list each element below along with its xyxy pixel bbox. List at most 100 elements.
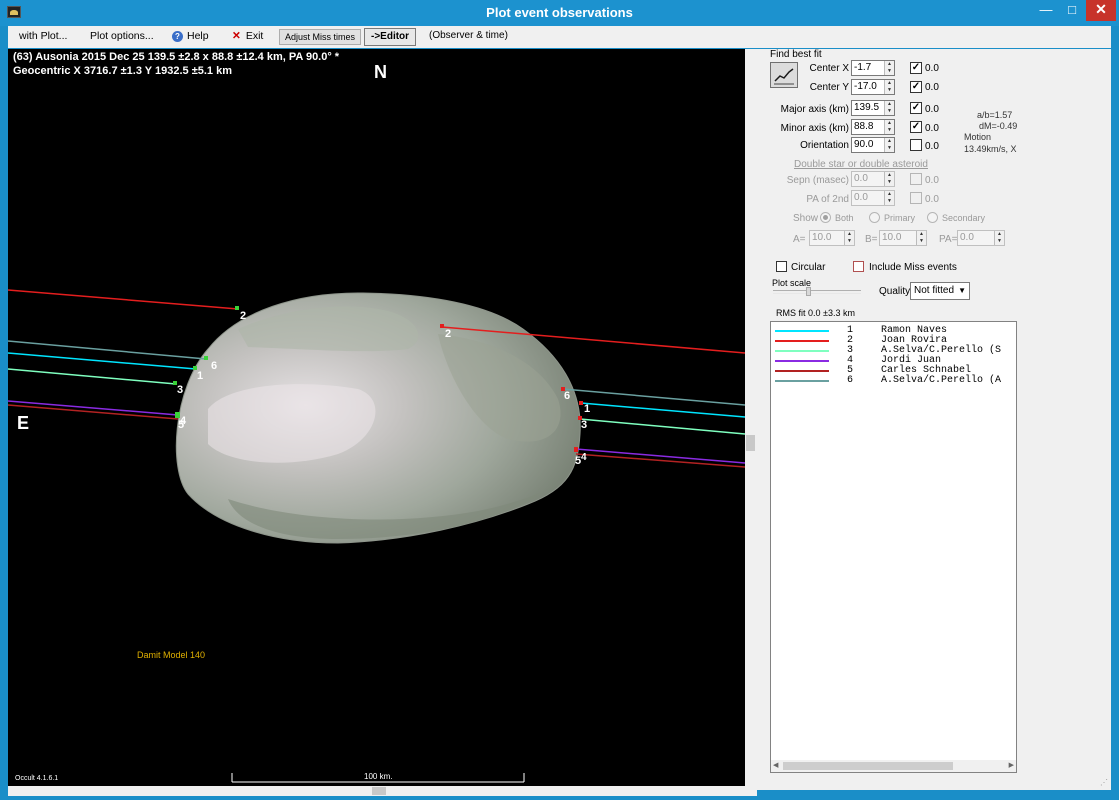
chord-label-5-left: 5: [178, 419, 185, 431]
minor-axis-input[interactable]: 88.8 ▲ ▼: [851, 119, 895, 135]
a-value: 10.0: [812, 232, 832, 243]
chord-label-6-left: 6: [211, 360, 218, 372]
quality-select[interactable]: Not fitted ▼: [910, 282, 970, 300]
scroll-right-icon[interactable]: ▶: [1009, 761, 1014, 769]
observer-time-menu[interactable]: (Observer & time): [429, 29, 508, 45]
quality-label: Quality: [879, 286, 911, 297]
include-miss-checkbox[interactable]: [853, 261, 864, 272]
exit-label: Exit: [245, 30, 264, 42]
orientation-input[interactable]: 90.0 ▲ ▼: [851, 137, 895, 153]
north-label: N: [374, 62, 387, 82]
center-x-value: -1.7: [854, 62, 872, 73]
show-label: Show: [793, 213, 819, 224]
chord-marker: [579, 401, 583, 405]
observer-legend-list[interactable]: 1 Ramon Naves 2 Joan Rovira 3 A.Selva/C.Perel…: [770, 321, 1017, 773]
legend-row[interactable]: 6 A.Selva/C.Perello (A: [771, 375, 1016, 386]
plot-canvas[interactable]: (63) Ausonia 2015 Dec 25 139.5 ±2.8 x 88…: [8, 49, 745, 786]
legend-color-swatch: [775, 340, 829, 342]
pa-2nd-input[interactable]: 0.0 ▲ ▼: [851, 190, 895, 206]
chord-label-3-right: 3: [581, 419, 588, 431]
plot-vertical-scrollbar[interactable]: [745, 49, 757, 786]
plot-options-menu[interactable]: Plot options...: [90, 29, 154, 45]
circular-checkbox[interactable]: [776, 261, 787, 272]
spin-arrows-icon[interactable]: ▲ ▼: [916, 231, 926, 245]
double-star-header: Double star or double asteroid: [794, 159, 928, 170]
toolbar: with Plot... Plot options... ? Help ✕ Exit…: [8, 26, 1111, 48]
scrollbar-thumb[interactable]: [372, 787, 386, 795]
legend-color-swatch: [775, 350, 829, 352]
title-bar: Plot event observations — □ ✕: [0, 0, 1119, 26]
orientation-uncert: 0.0: [925, 141, 939, 152]
with-plot-menu[interactable]: with Plot...: [19, 29, 67, 45]
exit-menu[interactable]: ✕ Exit: [232, 29, 263, 45]
chord-label-6-right: 6: [564, 390, 571, 402]
show-primary-label: Primary: [884, 213, 915, 223]
show-primary-radio[interactable]: [869, 212, 880, 223]
legend-color-swatch: [775, 370, 829, 372]
chord-6-left: [8, 340, 207, 360]
include-miss-label: Include Miss events: [869, 262, 957, 273]
adjust-miss-times-button[interactable]: Adjust Miss times: [279, 29, 362, 45]
chord-label-2-right: 2: [445, 328, 452, 340]
center-y-input[interactable]: -17.0 ▲ ▼: [851, 79, 895, 95]
rms-fit-label: RMS fit 0.0 ±3.3 km: [776, 308, 855, 318]
a-label: A=: [793, 234, 806, 245]
close-button[interactable]: ✕: [1086, 0, 1116, 21]
chord-label-4-right: 4: [581, 452, 587, 463]
sepn-input[interactable]: 0.0 ▲ ▼: [851, 171, 895, 187]
scrollbar-thumb[interactable]: [783, 762, 953, 770]
major-axis-uncert: 0.0: [925, 104, 939, 115]
minor-axis-checkbox[interactable]: ✓: [910, 121, 922, 133]
plot-horizontal-scrollbar[interactable]: [8, 786, 757, 796]
orientation-checkbox[interactable]: [910, 139, 922, 151]
help-label: Help: [187, 30, 209, 42]
b-input[interactable]: 10.0 ▲ ▼: [879, 230, 927, 246]
scroll-left-icon[interactable]: ◀: [773, 761, 778, 769]
sepn-checkbox[interactable]: [910, 173, 922, 185]
spin-arrows-icon[interactable]: ▲ ▼: [844, 231, 854, 245]
find-best-fit-button[interactable]: [770, 62, 798, 88]
major-axis-checkbox[interactable]: ✓: [910, 102, 922, 114]
major-axis-input[interactable]: 139.5 ▲ ▼: [851, 100, 895, 116]
legend-horizontal-scrollbar[interactable]: ◀ ▶: [771, 760, 1016, 772]
spin-arrows-icon[interactable]: ▲ ▼: [884, 120, 894, 134]
spin-arrows-icon[interactable]: ▲ ▼: [884, 80, 894, 94]
minor-axis-label: Minor axis (km): [780, 123, 849, 134]
resize-grip-icon[interactable]: ⋰: [1100, 778, 1108, 787]
spin-arrows-icon[interactable]: ▲ ▼: [884, 172, 894, 186]
slider-knob[interactable]: [806, 287, 811, 296]
center-y-checkbox[interactable]: ✓: [910, 81, 922, 93]
spin-arrows-icon[interactable]: ▲ ▼: [884, 61, 894, 75]
center-x-uncert: 0.0: [925, 63, 939, 74]
center-x-checkbox[interactable]: ✓: [910, 62, 922, 74]
fit-panel: Find best fit Center X -1.7 ▲ ▼ ✓ 0.0 Cent…: [757, 49, 1111, 790]
chord-label-1-left: 1: [197, 370, 204, 382]
editor-button[interactable]: ->Editor: [364, 28, 417, 46]
chord-marker: [440, 324, 444, 328]
pa-input[interactable]: 0.0 ▲ ▼: [957, 230, 1005, 246]
chord-label-3-left: 3: [177, 384, 184, 396]
scale-bar-label: 100 km.: [364, 772, 393, 781]
scrollbar-thumb[interactable]: [746, 435, 755, 451]
sepn-value: 0.0: [854, 173, 868, 184]
chord-marker: [204, 356, 208, 360]
show-both-radio[interactable]: [820, 212, 831, 223]
help-menu[interactable]: ? Help: [172, 29, 209, 45]
plot-scale-slider[interactable]: [773, 287, 861, 296]
legend-number: 6: [847, 375, 854, 386]
center-y-uncert: 0.0: [925, 82, 939, 93]
spin-arrows-icon[interactable]: ▲ ▼: [994, 231, 1004, 245]
pa-2nd-label: PA of 2nd: [806, 194, 849, 205]
minimize-button[interactable]: —: [1033, 0, 1059, 21]
maximize-button[interactable]: □: [1059, 0, 1085, 21]
spin-arrows-icon[interactable]: ▲ ▼: [884, 138, 894, 152]
center-x-input[interactable]: -1.7 ▲ ▼: [851, 60, 895, 76]
pa-2nd-uncert: 0.0: [925, 194, 939, 205]
spin-arrows-icon[interactable]: ▲ ▼: [884, 101, 894, 115]
pa-2nd-checkbox[interactable]: [910, 192, 922, 204]
a-input[interactable]: 10.0 ▲ ▼: [809, 230, 855, 246]
model-label: Damit Model 140: [137, 650, 206, 660]
spin-arrows-icon[interactable]: ▲ ▼: [884, 191, 894, 205]
show-secondary-radio[interactable]: [927, 212, 938, 223]
exit-icon: ✕: [232, 30, 241, 42]
